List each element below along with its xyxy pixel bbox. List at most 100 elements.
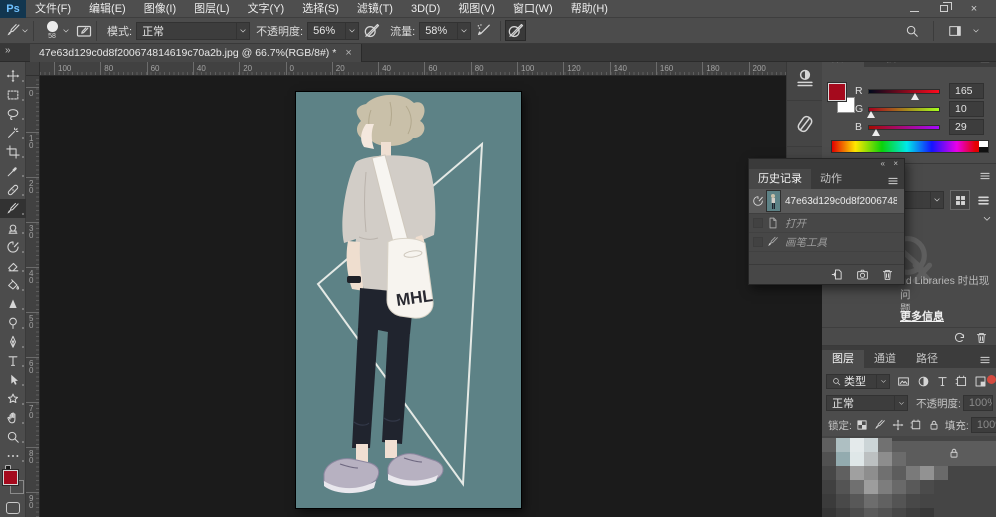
- path-select-tool[interactable]: [0, 370, 26, 389]
- filter-adjustment-layers-icon[interactable]: [917, 375, 930, 388]
- lock-pixels-icon[interactable]: [874, 419, 886, 431]
- list-view-toggle[interactable]: [973, 190, 993, 210]
- lock-artboard-icon[interactable]: [910, 419, 922, 431]
- quick-mask-icon[interactable]: [6, 502, 20, 514]
- marquee-tool[interactable]: [0, 85, 26, 104]
- canvas-area[interactable]: MHL: [40, 76, 786, 517]
- new-snapshot-icon[interactable]: [856, 268, 869, 281]
- paint-bucket-tool[interactable]: [0, 275, 26, 294]
- tab-actions[interactable]: 动作: [811, 169, 851, 189]
- brush-panel-toggle-icon[interactable]: [76, 23, 92, 39]
- layer-fill-select[interactable]: 100%: [971, 417, 996, 433]
- blend-mode-select[interactable]: 正常: [136, 22, 250, 40]
- sharpen-tool[interactable]: [0, 294, 26, 313]
- pressure-size-icon[interactable]: [505, 20, 526, 41]
- airbrush-icon[interactable]: [475, 22, 492, 39]
- channel-slider[interactable]: [868, 107, 940, 112]
- chevron-down-icon[interactable]: [982, 214, 992, 224]
- history-source-checkbox[interactable]: [749, 237, 767, 247]
- channel-slider-knob[interactable]: [867, 111, 875, 118]
- workspace-icon[interactable]: [948, 24, 962, 38]
- edit-toolbar[interactable]: [0, 446, 26, 465]
- panel-menu-icon[interactable]: [887, 175, 899, 187]
- menu-item-5[interactable]: 选择(S): [293, 0, 348, 17]
- tool-preset-icon[interactable]: [6, 23, 21, 38]
- hand-tool[interactable]: [0, 408, 26, 427]
- menu-item-3[interactable]: 图层(L): [185, 0, 238, 17]
- restore-button[interactable]: [936, 3, 952, 15]
- brush-preset-picker[interactable]: 58: [42, 21, 62, 40]
- menu-item-1[interactable]: 编辑(E): [80, 0, 135, 17]
- chevron-down-icon[interactable]: [894, 396, 907, 410]
- canvas-image[interactable]: MHL: [296, 92, 521, 508]
- history-brush-tool[interactable]: [0, 237, 26, 256]
- eraser-tool[interactable]: [0, 256, 26, 275]
- pressure-opacity-icon[interactable]: [363, 22, 380, 39]
- move-tool[interactable]: [0, 66, 26, 85]
- workspace-chevron-icon[interactable]: [972, 27, 980, 35]
- channel-slider-knob[interactable]: [911, 93, 919, 100]
- tab-channels[interactable]: 通道: [864, 350, 906, 368]
- brush-picker-chevron-icon[interactable]: [62, 27, 70, 35]
- panel-menu-icon[interactable]: [979, 170, 991, 182]
- document-tab[interactable]: 47e63d129c0d8f200674814619c70a2b.jpg @ 6…: [30, 44, 362, 62]
- styles-dock-button[interactable]: [787, 101, 822, 147]
- history-brush-source-icon[interactable]: [749, 195, 767, 207]
- channel-value[interactable]: 165: [949, 83, 984, 99]
- filter-type-layers-icon[interactable]: [936, 375, 949, 388]
- channel-slider-knob[interactable]: [872, 129, 880, 136]
- chevron-down-icon[interactable]: [457, 23, 470, 39]
- history-close-icon[interactable]: ×: [893, 159, 898, 168]
- channel-value[interactable]: 29: [949, 119, 984, 135]
- chevron-down-icon[interactable]: [345, 23, 358, 39]
- clone-stamp-tool[interactable]: [0, 218, 26, 237]
- menu-item-8[interactable]: 视图(V): [449, 0, 504, 17]
- new-document-from-state-icon[interactable]: [831, 268, 844, 281]
- vertical-ruler[interactable]: 01020304050607080901: [26, 76, 40, 517]
- magic-wand-tool[interactable]: [0, 123, 26, 142]
- lock-position-icon[interactable]: [892, 419, 904, 431]
- filter-pixel-layers-icon[interactable]: [897, 375, 910, 388]
- eyedropper-tool[interactable]: [0, 161, 26, 180]
- channel-value[interactable]: 10: [949, 101, 984, 117]
- layer-opacity-select[interactable]: 100%: [963, 395, 993, 411]
- delete-state-icon[interactable]: [881, 268, 894, 281]
- panel-collapse-chevrons[interactable]: »: [5, 45, 10, 56]
- menu-item-7[interactable]: 3D(D): [402, 0, 449, 17]
- menu-item-4[interactable]: 文字(Y): [239, 0, 294, 17]
- history-snapshot-row[interactable]: 47e63d129c0d8f2006748...: [749, 189, 904, 214]
- lasso-tool[interactable]: [0, 104, 26, 123]
- lock-all-icon[interactable]: [928, 419, 940, 431]
- history-collapse-icon[interactable]: «: [881, 159, 884, 168]
- menu-item-6[interactable]: 滤镜(T): [348, 0, 402, 17]
- color-spectrum-ramp[interactable]: [831, 140, 989, 153]
- tab-layers[interactable]: 图层: [822, 350, 864, 368]
- tab-close-icon[interactable]: ×: [345, 47, 351, 59]
- healing-brush-tool[interactable]: [0, 180, 26, 199]
- tab-history[interactable]: 历史记录: [749, 169, 811, 189]
- search-icon[interactable]: [905, 24, 919, 38]
- sync-icon[interactable]: [953, 331, 966, 344]
- menu-item-2[interactable]: 图像(I): [135, 0, 185, 17]
- panel-menu-icon[interactable]: [979, 354, 991, 366]
- zoom-tool[interactable]: [0, 427, 26, 446]
- foreground-color-swatch[interactable]: [3, 470, 18, 485]
- history-state-row[interactable]: 打开: [749, 214, 904, 233]
- horizontal-ruler[interactable]: 10080604020020406080100120140160180200: [40, 62, 786, 76]
- close-button[interactable]: ×: [966, 3, 982, 15]
- chevron-down-icon[interactable]: [876, 375, 889, 388]
- brush-tool[interactable]: [0, 199, 26, 218]
- crop-tool[interactable]: [0, 142, 26, 161]
- grid-view-toggle[interactable]: [950, 190, 970, 210]
- more-info-link[interactable]: 更多信息: [900, 308, 944, 324]
- spectrum-black-end[interactable]: [979, 147, 988, 152]
- history-source-checkbox[interactable]: [749, 218, 767, 228]
- foreground-color-swatch[interactable]: [828, 83, 846, 101]
- lock-transparency-icon[interactable]: [856, 419, 868, 431]
- flow-select[interactable]: 58%: [419, 22, 471, 40]
- minimize-button[interactable]: [906, 3, 922, 15]
- filter-shape-layers-icon[interactable]: [955, 375, 968, 388]
- history-state-row[interactable]: 画笔工具: [749, 233, 904, 252]
- pen-tool[interactable]: [0, 332, 26, 351]
- menu-item-9[interactable]: 窗口(W): [504, 0, 562, 17]
